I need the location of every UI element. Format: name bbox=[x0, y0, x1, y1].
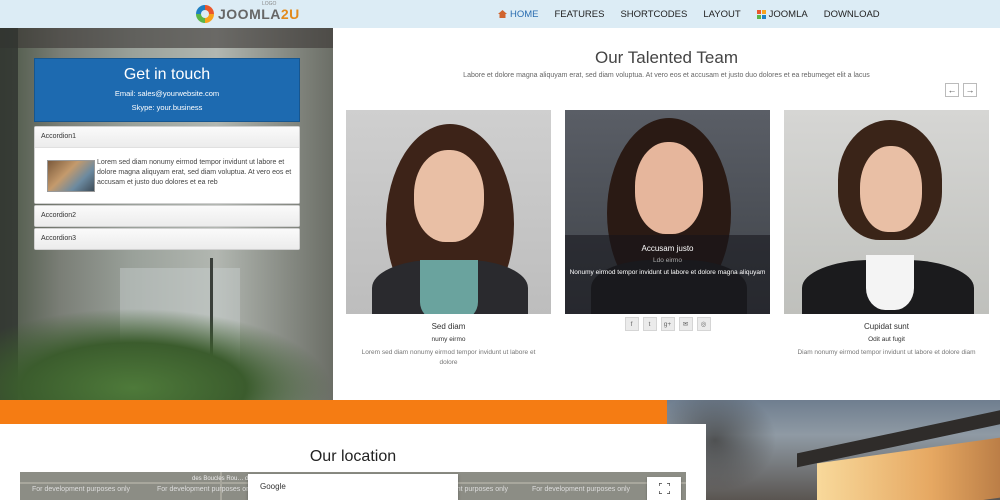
team-member-photo bbox=[784, 110, 989, 314]
menu-item-label: HOME bbox=[510, 8, 539, 20]
contact-box: Get in touch Email: sales@yourwebsite.co… bbox=[34, 58, 300, 122]
next-arrow-icon[interactable]: → bbox=[963, 83, 977, 97]
accordion-panel-3: Accordion3 bbox=[34, 228, 300, 250]
menu-item-shortcodes[interactable]: SHORTCODES bbox=[620, 9, 687, 20]
map-dev-text: For development purposes only bbox=[157, 486, 256, 493]
top-navbar: JOOMLA2U LOGO HOME FEATURES SHORTCODES L… bbox=[0, 0, 1000, 28]
hero-roof bbox=[0, 28, 333, 48]
accordion-body-1: Lorem sed diam nonumy eirmod tempor invi… bbox=[35, 147, 299, 203]
contact-title: Get in touch bbox=[123, 66, 211, 83]
menu-item-label: SHORTCODES bbox=[620, 8, 688, 20]
home-icon bbox=[498, 10, 507, 18]
carousel-arrows: ← → bbox=[945, 83, 981, 97]
map-info-card[interactable]: Google bbox=[248, 474, 458, 500]
logo-text: JOOMLA2U bbox=[218, 6, 300, 22]
team-card-2[interactable]: Accusam justo Ldo eirmo Nonumy eirmod te… bbox=[565, 110, 770, 331]
member-desc: Nonumy eirmod tempor invidunt ut labore … bbox=[569, 269, 766, 276]
member-social-links: f t g+ ✉ ◎ bbox=[565, 317, 770, 331]
instagram-icon[interactable]: ◎ bbox=[696, 317, 711, 331]
menu-item-label: LAYOUT bbox=[703, 8, 741, 20]
hero-plants bbox=[0, 308, 333, 400]
google-plus-icon[interactable]: g+ bbox=[660, 317, 675, 331]
accordion-header-1[interactable]: Accordion1 bbox=[35, 127, 299, 147]
menu-item-label: FEATURES bbox=[554, 8, 605, 20]
menu-item-label: JOOMLA bbox=[768, 8, 808, 20]
contact-email[interactable]: Email: sales@yourwebsite.com bbox=[35, 89, 299, 98]
menu-item-label: DOWNLOAD bbox=[823, 8, 880, 20]
main-menu: HOME FEATURES SHORTCODES LAYOUT JOOMLA D… bbox=[498, 0, 896, 28]
map-dev-text: For development purposes only bbox=[532, 486, 631, 493]
team-member-photo bbox=[346, 110, 551, 314]
email-icon[interactable]: ✉ bbox=[678, 317, 693, 331]
twitter-icon[interactable]: t bbox=[642, 317, 657, 331]
fullscreen-icon bbox=[658, 483, 670, 494]
joomla-icon bbox=[756, 9, 766, 19]
team-section: Our Talented Team Labore et dolore magna… bbox=[333, 28, 1000, 400]
team-card-3[interactable]: Cupidat sunt Odit aut fugit Diam nonumy … bbox=[784, 110, 989, 358]
map-dev-text: For development purposes only bbox=[32, 486, 131, 493]
member-role: Odit aut fugit bbox=[868, 336, 905, 343]
building-background-image bbox=[667, 400, 1000, 500]
contact-skype[interactable]: Skype: your.business bbox=[35, 103, 299, 112]
member-desc: Lorem sed diam nonumy eirmod tempor invi… bbox=[361, 349, 536, 366]
menu-item-download[interactable]: DOWNLOAD bbox=[824, 9, 880, 20]
member-name: Cupidat sunt bbox=[864, 322, 909, 331]
team-card-1[interactable]: Sed diam numy eirmo Lorem sed diam nonum… bbox=[346, 110, 551, 368]
member-desc: Diam nonumy eirmod tempor invidunt ut la… bbox=[797, 349, 976, 356]
facebook-icon[interactable]: f bbox=[624, 317, 639, 331]
menu-item-home[interactable]: HOME bbox=[498, 9, 539, 20]
team-title: Our Talented Team bbox=[594, 48, 738, 67]
accordion-header-2[interactable]: Accordion2 bbox=[35, 206, 299, 226]
accordion-thumbnail bbox=[47, 160, 95, 192]
member-role: Ldo eirmo bbox=[653, 257, 682, 264]
accordion-header-3[interactable]: Accordion3 bbox=[35, 229, 299, 249]
menu-item-joomla[interactable]: JOOMLA bbox=[756, 8, 808, 20]
prev-arrow-icon[interactable]: ← bbox=[945, 83, 959, 97]
accordion-panel-1: Accordion1 Lorem sed diam nonumy eirmod … bbox=[34, 126, 300, 204]
logo-sup: LOGO bbox=[262, 1, 277, 7]
team-member-photo: Accusam justo Ldo eirmo Nonumy eirmod te… bbox=[565, 110, 770, 314]
team-subtitle: Labore et dolore magna aliquyam erat, se… bbox=[463, 72, 870, 79]
location-title: Our location bbox=[309, 448, 397, 465]
accordion-panel-2: Accordion2 bbox=[34, 205, 300, 227]
menu-item-features[interactable]: FEATURES bbox=[555, 9, 605, 20]
member-role: numy eirmo bbox=[431, 336, 466, 343]
member-hover-overlay: Accusam justo Ldo eirmo Nonumy eirmod te… bbox=[565, 235, 770, 314]
member-name: Sed diam bbox=[431, 322, 466, 331]
google-label: Google bbox=[260, 482, 286, 491]
accordion-body-text: Lorem sed diam nonumy eirmod tempor invi… bbox=[97, 159, 292, 186]
site-logo[interactable]: JOOMLA2U LOGO bbox=[196, 1, 300, 24]
fullscreen-button[interactable] bbox=[647, 477, 681, 500]
orange-band bbox=[0, 400, 667, 424]
member-name: Accusam justo bbox=[641, 244, 694, 253]
joomla-logo-icon bbox=[196, 5, 214, 23]
menu-item-layout[interactable]: LAYOUT bbox=[703, 9, 740, 20]
location-section: Our location For development purposes on… bbox=[0, 424, 706, 500]
